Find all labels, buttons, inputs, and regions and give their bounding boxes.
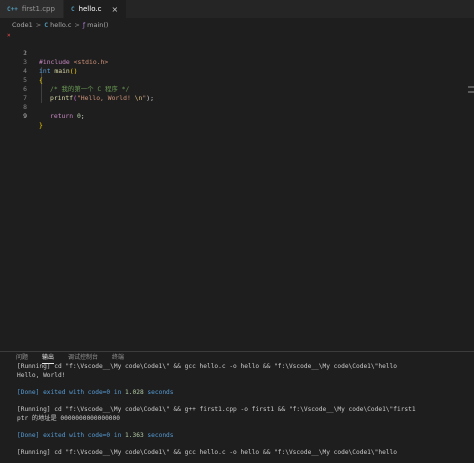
code-editor[interactable]: × 1 #include <stdio.h> 2 3 int main() 4 …	[0, 31, 474, 351]
done-mid: in	[110, 431, 126, 439]
number-literal: 0	[73, 112, 81, 120]
error-icon[interactable]: ×	[7, 31, 11, 40]
output-log[interactable]: [Running] cd "f:\Vscode__\My code\Code1\…	[17, 363, 416, 458]
output-blank: ​	[17, 397, 416, 406]
code-line: 3 int main()	[0, 49, 474, 75]
elapsed-time: 1.363	[125, 431, 144, 439]
exit-code: code=0	[87, 388, 111, 396]
breadcrumb: Code1 > C hello.c > ƒ main()	[0, 18, 474, 31]
close-icon[interactable]: ×	[111, 5, 118, 14]
code-line: 6 printf("Hello, World! \n");	[0, 76, 474, 102]
output-line: [Done] exited with code=0 in 1.028 secon…	[17, 389, 416, 398]
tab-label: hello.c	[78, 5, 102, 13]
done-mid: in	[110, 388, 126, 396]
output-line: [Running] cd "f:\Vscode__\My code\Code1\…	[17, 363, 397, 370]
code-line: 5 /* 我的第一个 C 程序 */	[0, 67, 474, 93]
close-brace: }	[39, 121, 43, 129]
output-line: [Running] cd "f:\Vscode__\My code\Code1\…	[17, 448, 397, 456]
output-line: ptr 的地址是 0000000000000000	[17, 414, 120, 422]
code-line: 7	[0, 85, 474, 102]
c-file-icon: C	[44, 20, 49, 29]
done-suffix: seconds	[143, 388, 174, 396]
function-icon: ƒ	[82, 20, 86, 29]
code-line: × 1 #include <stdio.h>	[0, 31, 474, 66]
semicolon: ;	[80, 112, 85, 120]
tab-hello-c[interactable]: C hello.c ×	[63, 0, 128, 18]
done-prefix: [Done] exited with	[17, 388, 88, 396]
bottom-panel: 问题 输出 调试控制台 终端 [Running] cd "f:\Vscode__…	[0, 351, 474, 463]
breadcrumb-symbol[interactable]: main()	[87, 21, 108, 29]
output-line: [Done] exited with code=0 in 1.363 secon…	[17, 432, 416, 441]
return-keyword: return	[50, 112, 74, 120]
output-line: Hello, World!	[17, 371, 66, 379]
chevron-right-icon: >	[35, 20, 42, 29]
chevron-right-icon: >	[74, 20, 80, 29]
cpp-file-icon: C++	[7, 5, 18, 13]
breadcrumb-file[interactable]: hello.c	[50, 21, 71, 29]
tab-label: first1.cpp	[21, 5, 55, 13]
output-line: [Running] cd "f:\Vscode__\My code\Code1\…	[17, 405, 416, 413]
editor-tab-bar: C++ first1.cpp C hello.c ×	[0, 0, 474, 18]
line-number: 9	[23, 112, 27, 120]
elapsed-time: 1.028	[125, 388, 144, 396]
code-line: 4 {	[0, 58, 474, 84]
code-line: 2	[0, 40, 474, 57]
done-prefix: [Done] exited with	[17, 431, 88, 439]
c-file-icon: C	[70, 5, 75, 13]
breadcrumb-folder[interactable]: Code1	[12, 21, 33, 29]
code-line: 9 }	[0, 103, 474, 129]
tab-first1-cpp[interactable]: C++ first1.cpp	[0, 0, 64, 18]
output-blank: ​	[17, 380, 416, 389]
code-line: 8 return 0;	[0, 94, 474, 120]
output-blank: ​	[17, 423, 416, 432]
exit-code: code=0	[87, 431, 111, 439]
done-suffix: seconds	[143, 431, 174, 439]
output-blank: ​	[17, 440, 416, 449]
code-text: return 0;	[50, 112, 85, 121]
